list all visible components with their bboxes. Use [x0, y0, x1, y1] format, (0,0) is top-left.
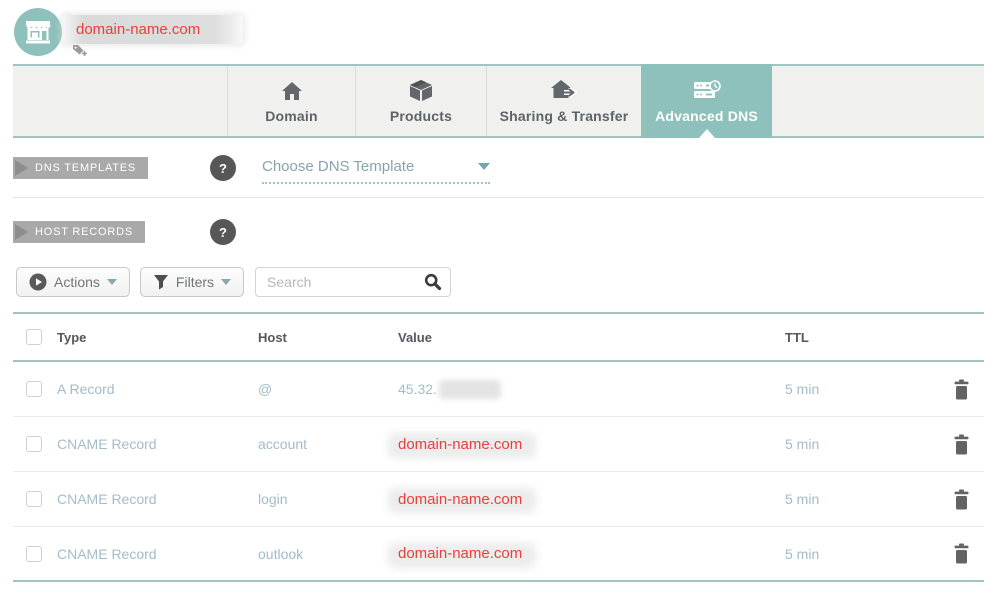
- row-checkbox[interactable]: [26, 491, 42, 507]
- redacted-value: domain-name.com: [388, 487, 537, 513]
- search-icon[interactable]: [424, 273, 442, 296]
- choose-dns-template-dropdown[interactable]: Choose DNS Template: [262, 158, 490, 184]
- section-label-text: HOST RECORDS: [35, 226, 134, 238]
- tab-filler: [772, 66, 984, 136]
- record-value-text: domain-name.com: [398, 545, 523, 562]
- select-all-checkbox[interactable]: [26, 329, 42, 345]
- record-value: domain-name.com: [388, 432, 785, 458]
- column-header-host: Host: [258, 329, 287, 345]
- record-value-text: domain-name.com: [398, 490, 523, 508]
- filter-funnel-icon: [153, 275, 168, 290]
- trash-icon: [954, 434, 968, 454]
- record-ttl: 5 min: [785, 436, 820, 452]
- filters-button[interactable]: Filters: [139, 267, 245, 297]
- search-box: [255, 267, 452, 297]
- host-records-section-label: HOST RECORDS: [13, 221, 146, 243]
- records-toolbar: Actions Filters: [16, 267, 452, 297]
- record-type: CNAME Record: [57, 491, 157, 507]
- record-type: A Record: [57, 381, 115, 397]
- tab-label: Domain: [265, 107, 318, 124]
- tab-domain[interactable]: Domain: [227, 66, 355, 136]
- record-host: login: [258, 491, 288, 507]
- delete-record-button[interactable]: [953, 434, 970, 455]
- redacted-value: domain-name.com: [388, 432, 537, 458]
- row-checkbox[interactable]: [26, 436, 42, 452]
- tab-label: Products: [389, 107, 453, 124]
- column-header-value: Value: [398, 329, 432, 345]
- trash-icon: [954, 543, 968, 564]
- tab-label: Advanced DNS: [655, 107, 758, 124]
- record-value-text: domain-name.com: [398, 435, 523, 453]
- tab-sharing-transfer[interactable]: Sharing & Transfer: [486, 66, 641, 136]
- tab-bar: Domain Products Sharing & Transfer Advan…: [13, 64, 984, 138]
- dropdown-label: Choose DNS Template: [262, 158, 415, 175]
- search-input[interactable]: [255, 267, 452, 297]
- tab-spacer: [13, 66, 227, 136]
- chevron-down-icon: [478, 163, 490, 170]
- transfer-house-arrow-icon: [551, 79, 577, 101]
- record-value: 45.32.: [398, 379, 785, 399]
- record-value-text: 45.32.: [398, 381, 437, 397]
- chevron-down-icon: [221, 279, 232, 285]
- record-value: domain-name.com: [388, 487, 785, 513]
- table-row: CNAME Record login domain-name.com 5 min: [13, 472, 984, 527]
- table-header-row: Type Host Value TTL: [13, 314, 984, 362]
- column-header-ttl: TTL: [785, 329, 809, 345]
- delete-record-button[interactable]: [953, 489, 970, 510]
- trash-icon: [954, 379, 968, 399]
- dns-server-icon: [693, 79, 721, 101]
- tab-label: Sharing & Transfer: [499, 107, 629, 124]
- host-records-help-icon[interactable]: ?: [210, 219, 236, 245]
- actions-button[interactable]: Actions: [16, 267, 130, 297]
- record-ttl: 5 min: [785, 381, 820, 397]
- record-ttl: 5 min: [785, 491, 820, 507]
- column-header-type: Type: [57, 329, 87, 345]
- actions-label: Actions: [54, 274, 100, 290]
- storefront-icon: [14, 8, 62, 56]
- redacted-value: domain-name.com: [388, 542, 537, 568]
- package-icon: [409, 79, 433, 101]
- dns-templates-section-label: DNS TEMPLATES: [13, 157, 149, 179]
- host-records-table: Type Host Value TTL A Record @ 45.32. 5 …: [13, 312, 984, 582]
- trash-icon: [954, 489, 968, 509]
- filters-label: Filters: [175, 274, 215, 290]
- advanced-dns-page: domain-name.com Domain Products Sharing …: [0, 0, 994, 593]
- record-host: account: [258, 436, 308, 452]
- table-row: CNAME Record outlook domain-name.com 5 m…: [13, 527, 984, 582]
- record-type: CNAME Record: [57, 436, 157, 452]
- delete-record-button[interactable]: [953, 543, 970, 564]
- table-row: A Record @ 45.32. 5 min: [13, 362, 984, 417]
- section-divider: [13, 197, 984, 198]
- tab-products[interactable]: Products: [355, 66, 486, 136]
- home-icon: [281, 79, 303, 101]
- tab-advanced-dns[interactable]: Advanced DNS: [641, 64, 772, 138]
- record-host: @: [258, 381, 273, 397]
- section-label-text: DNS TEMPLATES: [35, 162, 137, 174]
- chevron-down-icon: [106, 279, 117, 285]
- row-checkbox[interactable]: [26, 545, 42, 562]
- record-type: CNAME Record: [57, 545, 157, 562]
- dns-templates-help-icon[interactable]: ?: [210, 155, 236, 181]
- record-host: outlook: [258, 545, 304, 562]
- record-value: domain-name.com: [388, 542, 785, 568]
- play-circle-icon: [29, 273, 47, 291]
- redaction-blur: [438, 379, 501, 399]
- domain-name-text: domain-name.com: [76, 21, 201, 38]
- table-row: CNAME Record account domain-name.com 5 m…: [13, 417, 984, 472]
- record-ttl: 5 min: [785, 545, 820, 562]
- domain-name-redacted: domain-name.com: [62, 15, 243, 44]
- add-tag-icon[interactable]: [72, 44, 90, 58]
- delete-record-button[interactable]: [953, 379, 970, 400]
- row-checkbox[interactable]: [26, 381, 42, 397]
